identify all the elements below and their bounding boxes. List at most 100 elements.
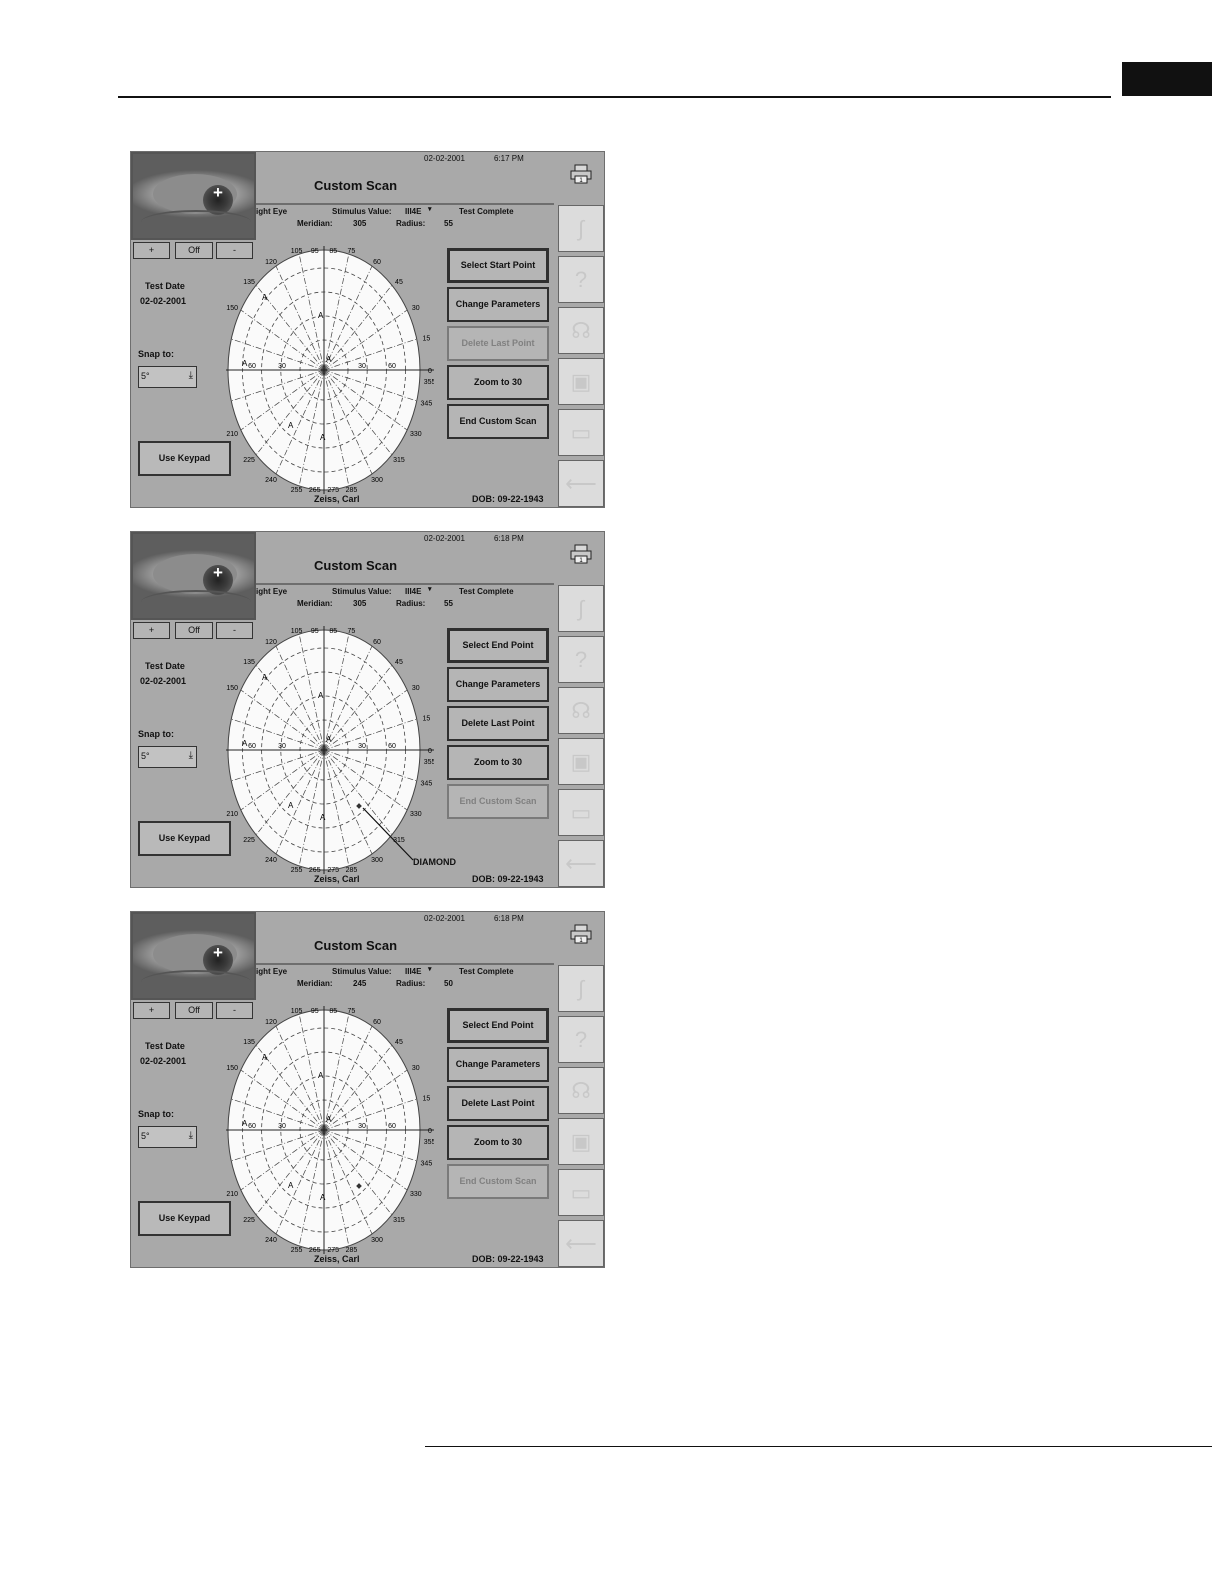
use-keypad-button[interactable]: Use Keypad (138, 441, 231, 476)
stimulus-value[interactable]: III4E (405, 207, 421, 216)
eye-plus-button[interactable]: + (133, 622, 170, 639)
stimulus-marker: A (288, 421, 294, 430)
zoom-to-30-button[interactable]: Zoom to 30 (447, 1125, 549, 1160)
feedback-icon[interactable]: ∫ (558, 205, 604, 252)
delete-last-point-button[interactable]: Delete Last Point (447, 1086, 549, 1121)
help-icon[interactable]: ? (558, 636, 604, 683)
stimulus-dropdown-icon[interactable]: ▾ (428, 965, 432, 973)
meridian-label: 85 (329, 628, 337, 635)
meridian-label: Meridian: (297, 599, 333, 608)
meridian-label: 210 (226, 1191, 238, 1198)
ring-label: 30 (278, 1123, 286, 1130)
stimulus-marker: A (326, 1115, 332, 1124)
stimulus-dropdown-icon[interactable]: ▾ (428, 205, 432, 213)
custom-scan-screen: +02-02-2001 6:18 PM Custom Scan 1 + Off - ight … (130, 531, 605, 888)
meridian-label: 285 (346, 1247, 358, 1254)
meridian-label: 60 (373, 1019, 381, 1026)
stimulus-marker: A (318, 311, 324, 320)
printer-icon[interactable]: 1 (570, 924, 592, 944)
dropdown-arrow-icon[interactable]: ⤓ (189, 370, 193, 381)
test-status: Test Complete (459, 587, 514, 596)
header-divider (256, 583, 554, 585)
change-parameters-button[interactable]: Change Parameters (447, 287, 549, 322)
eye-plus-button[interactable]: + (133, 242, 170, 259)
back-arrow-icon[interactable]: ⟵ (558, 840, 604, 887)
patient-name: Zeiss, Carl (314, 1254, 360, 1264)
stimulus-value[interactable]: III4E (405, 587, 421, 596)
meridian-label: 275 (327, 1247, 339, 1254)
help-icon[interactable]: ? (558, 1016, 604, 1063)
eye-off-button[interactable]: Off (175, 622, 213, 639)
stimulus-marker: A (318, 1071, 324, 1080)
delete-last-point-button[interactable]: Delete Last Point (447, 706, 549, 741)
page-header-rule (118, 96, 1111, 98)
zoom-to-30-button[interactable]: Zoom to 30 (447, 745, 549, 780)
meridian-label: 0 (428, 368, 432, 375)
head-icon[interactable]: ☊ (558, 1067, 604, 1114)
back-arrow-icon[interactable]: ⟵ (558, 460, 604, 507)
snap-to-select[interactable]: 5° ⤓ (138, 1126, 197, 1148)
meridian-label: 330 (410, 811, 422, 818)
eye-camera-view: + (131, 152, 256, 240)
help-icon[interactable]: ? (558, 256, 604, 303)
eye-camera-view: + (131, 912, 256, 1000)
ring-label: 30 (358, 363, 366, 370)
screen-title: Custom Scan (314, 558, 398, 573)
meridian-label: 265 (309, 867, 321, 874)
select-end-point-button[interactable]: Select End Point (447, 628, 549, 663)
printer-icon[interactable]: 1 (570, 544, 592, 564)
snap-to-label: Snap to: (138, 1109, 174, 1119)
dropdown-arrow-icon[interactable]: ⤓ (189, 1130, 193, 1141)
header-date: 02-02-2001 (424, 914, 465, 923)
eye-off-button[interactable]: Off (175, 242, 213, 259)
stimulus-value[interactable]: III4E (405, 967, 421, 976)
radius-label: Radius: (396, 979, 426, 988)
test-date-value: 02-02-2001 (140, 1056, 187, 1066)
end-custom-scan-button[interactable]: End Custom Scan (447, 1164, 549, 1199)
stimulus-marker: A (242, 1119, 248, 1128)
meridian-label: 150 (226, 1065, 238, 1072)
select-end-point-button[interactable]: Select End Point (447, 1008, 549, 1043)
patient-dob: DOB: 09-22-1943 (472, 494, 544, 504)
end-custom-scan-button[interactable]: End Custom Scan (447, 784, 549, 819)
screen-title: Custom Scan (314, 178, 398, 193)
meridian-label: 135 (243, 1039, 255, 1046)
meridian-label: 225 (243, 837, 255, 844)
back-arrow-icon[interactable]: ⟵ (558, 1220, 604, 1267)
head-icon[interactable]: ☊ (558, 687, 604, 734)
use-keypad-button[interactable]: Use Keypad (138, 1201, 231, 1236)
radius-label: Radius: (396, 599, 426, 608)
feedback-icon[interactable]: ∫ (558, 585, 604, 632)
save-disk-icon[interactable]: ▣ (558, 358, 604, 405)
save-disk-icon[interactable]: ▣ (558, 1118, 604, 1165)
head-icon[interactable]: ☊ (558, 307, 604, 354)
meridian-label: 75 (348, 248, 356, 255)
eye-plus-button[interactable]: + (133, 1002, 170, 1019)
select-start-point-button[interactable]: Select Start Point (447, 248, 549, 283)
printer-tray-icon[interactable]: ▭ (558, 409, 604, 456)
printer-tray-icon[interactable]: ▭ (558, 1169, 604, 1216)
meridian-label: 265 (309, 487, 321, 494)
meridian-label: 210 (226, 811, 238, 818)
dropdown-arrow-icon[interactable]: ⤓ (189, 750, 193, 761)
eye-off-button[interactable]: Off (175, 1002, 213, 1019)
meridian-label: 355 (424, 379, 434, 386)
meridian-label: 105 (291, 248, 303, 255)
change-parameters-button[interactable]: Change Parameters (447, 1047, 549, 1082)
meridian-label: 255 (291, 1247, 303, 1254)
use-keypad-button[interactable]: Use Keypad (138, 821, 231, 856)
stimulus-dropdown-icon[interactable]: ▾ (428, 585, 432, 593)
save-disk-icon[interactable]: ▣ (558, 738, 604, 785)
printer-tray-icon[interactable]: ▭ (558, 789, 604, 836)
meridian-label: 135 (243, 659, 255, 666)
printer-icon[interactable]: 1 (570, 164, 592, 184)
zoom-to-30-button[interactable]: Zoom to 30 (447, 365, 549, 400)
delete-last-point-button[interactable]: Delete Last Point (447, 326, 549, 361)
change-parameters-button[interactable]: Change Parameters (447, 667, 549, 702)
feedback-icon[interactable]: ∫ (558, 965, 604, 1012)
snap-to-value: 5° (141, 371, 150, 381)
snap-to-select[interactable]: 5° ⤓ (138, 746, 197, 768)
stimulus-marker: A (326, 735, 332, 744)
snap-to-select[interactable]: 5° ⤓ (138, 366, 197, 388)
end-custom-scan-button[interactable]: End Custom Scan (447, 404, 549, 439)
